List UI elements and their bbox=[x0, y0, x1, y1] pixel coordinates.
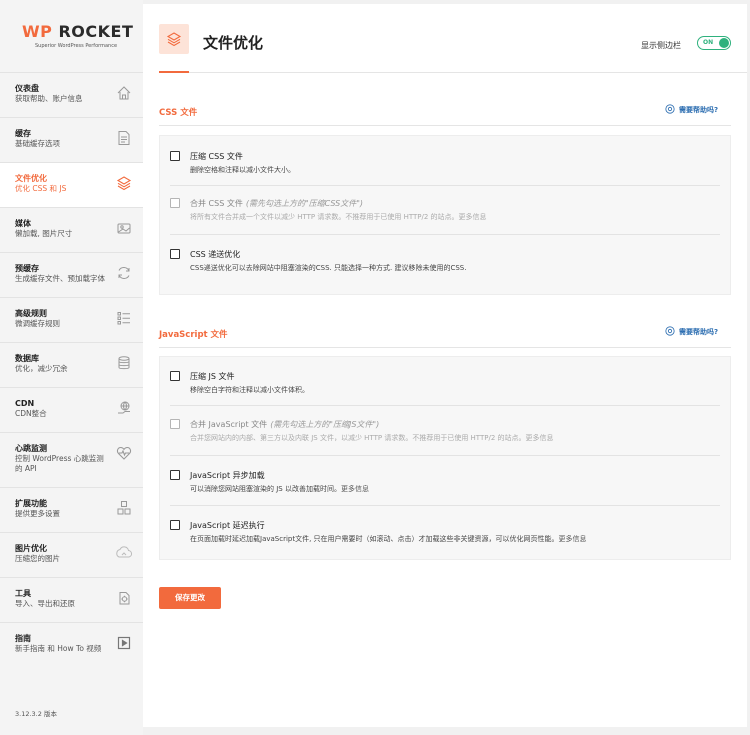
layers-icon bbox=[166, 32, 182, 47]
css-section-title: CSS 文件 bbox=[159, 108, 198, 118]
more-info-link[interactable]: 更多信息 bbox=[341, 485, 369, 493]
delay-js-checkbox[interactable] bbox=[170, 520, 180, 530]
sidebar-item-subtitle: 新手指南 和 How To 视频 bbox=[15, 644, 102, 653]
more-info-link[interactable]: 更多信息 bbox=[526, 434, 554, 442]
sidebar-nav: 仪表盘 获取帮助、账户信息 缓存 基础缓存选项 文件优化 优化 CSS 和 JS… bbox=[0, 72, 143, 667]
option-description: 删除空格和注释以减小文件大小。 bbox=[190, 166, 295, 174]
more-info-link[interactable]: 更多信息 bbox=[459, 213, 487, 221]
save-button[interactable]: 保存更改 bbox=[159, 587, 221, 609]
sidebar-item-subtitle: 生成缓存文件、预加载字体 bbox=[15, 274, 105, 283]
option-label: JavaScript 异步加载 bbox=[190, 471, 265, 480]
sidebar-item-subtitle: 提供更多设置 bbox=[15, 509, 60, 518]
refresh-icon bbox=[116, 265, 132, 281]
sidebar-item-subtitle: 优化 CSS 和 JS bbox=[15, 184, 67, 193]
option-label: 压缩 JS 文件 bbox=[190, 372, 235, 381]
option-divider bbox=[170, 505, 720, 506]
heartbeat-icon bbox=[116, 445, 132, 461]
option-description: CSS递送优化可以去除网站中阻塞渲染的CSS. 只能选择一种方式. 建议移除未使… bbox=[190, 264, 467, 272]
option-divider bbox=[170, 234, 720, 235]
play-icon bbox=[116, 635, 132, 651]
option-description: 可以消除您网站阻塞渲染的 JS 以改善加载时间。更多信息 bbox=[190, 485, 369, 493]
option-divider bbox=[170, 405, 720, 406]
sidebar-item-subtitle: 基础缓存选项 bbox=[15, 139, 60, 148]
option-label: 压缩 CSS 文件 bbox=[190, 152, 243, 161]
option-divider bbox=[170, 455, 720, 456]
toggle-state-text: ON bbox=[703, 39, 714, 46]
sidebar-item-subtitle: 导入、导出和还原 bbox=[15, 599, 75, 608]
sidebar-item-subtitle: 获取帮助、账户信息 bbox=[15, 94, 83, 103]
sidebar-item-heartbeat[interactable]: 心跳监测 控制 WordPress 心跳监测的 API bbox=[0, 432, 143, 487]
layers-icon bbox=[116, 175, 132, 191]
sidebar-item-tutorials[interactable]: 指南 新手指南 和 How To 视频 bbox=[0, 622, 143, 667]
js-section-title: JavaScript 文件 bbox=[159, 330, 228, 340]
sidebar-item-cache[interactable]: 缓存 基础缓存选项 bbox=[0, 117, 143, 162]
option-description: 将所有文件合并成一个文件以减少 HTTP 请求数。不推荐用于已使用 HTTP/2… bbox=[190, 213, 487, 221]
option-label: 合并 CSS 文件 (需先勾选上方的"压缩CSS文件") bbox=[190, 199, 364, 208]
tools-icon bbox=[116, 590, 132, 606]
sidebar-item-subtitle: 微调缓存规则 bbox=[15, 319, 60, 328]
logo-tagline: Superior WordPress Performance bbox=[35, 43, 118, 49]
sidebar-item-subtitle: 优化，减少冗余 bbox=[15, 364, 68, 373]
js-help-link[interactable]: 需要帮助吗? bbox=[665, 326, 718, 337]
main-panel: 文件优化 显示侧边栏 ON CSS 文件 需要帮助吗? 压缩 CSS 文件 删除… bbox=[143, 4, 747, 727]
image-icon bbox=[116, 220, 132, 236]
file-icon bbox=[116, 130, 132, 146]
js-options-panel: 压缩 JS 文件 移除空白字符和注释以减小文件体积。 合并 JavaScript… bbox=[159, 356, 731, 560]
header-accent bbox=[159, 71, 189, 73]
wp-rocket-logo[interactable]: WP ROCKET Superior WordPress Performance bbox=[22, 22, 133, 52]
option-label: JavaScript 延迟执行 bbox=[190, 521, 265, 530]
combine-css-checkbox[interactable] bbox=[170, 198, 180, 208]
combine-js-checkbox[interactable] bbox=[170, 419, 180, 429]
option-divider bbox=[170, 185, 720, 186]
sidebar-item-subtitle: CDN整合 bbox=[15, 409, 47, 418]
header-divider bbox=[159, 72, 747, 73]
sidebar-item-advanced-rules[interactable]: 高级规则 微调缓存规则 bbox=[0, 297, 143, 342]
sidebar-item-cdn[interactable]: CDN CDN整合 bbox=[0, 387, 143, 432]
sidebar: WP ROCKET Superior WordPress Performance… bbox=[0, 0, 143, 735]
logo-title: WP ROCKET bbox=[22, 22, 134, 41]
load-js-deferred-checkbox[interactable] bbox=[170, 470, 180, 480]
help-icon bbox=[665, 104, 675, 114]
optimize-css-delivery-checkbox[interactable] bbox=[170, 249, 180, 259]
css-help-link[interactable]: 需要帮助吗? bbox=[665, 104, 718, 115]
sidebar-item-database[interactable]: 数据库 优化，减少冗余 bbox=[0, 342, 143, 387]
sidebar-toggle-label: 显示侧边栏 bbox=[641, 41, 681, 50]
page-title: 文件优化 bbox=[203, 34, 264, 52]
version-label: 3.12.3.2 版本 bbox=[15, 710, 57, 718]
option-description: 合并您网站内的内部、第三方以及内联 JS 文件，以减少 HTTP 请求数。不推荐… bbox=[190, 434, 554, 442]
sidebar-toggle[interactable]: ON bbox=[697, 36, 731, 50]
addons-icon bbox=[116, 500, 132, 516]
option-description: 移除空白字符和注释以减小文件体积。 bbox=[190, 386, 309, 394]
sidebar-item-subtitle: 控制 WordPress 心跳监测的 API bbox=[15, 454, 104, 473]
sidebar-item-addons[interactable]: 扩展功能 提供更多设置 bbox=[0, 487, 143, 532]
sidebar-item-subtitle: 压缩您的图片 bbox=[15, 554, 60, 563]
list-icon bbox=[116, 310, 132, 326]
sidebar-item-media[interactable]: 媒体 懒加载, 图片尺寸 bbox=[0, 207, 143, 252]
option-label: 合并 JavaScript 文件 (需先勾选上方的"压缩JS文件") bbox=[190, 420, 380, 429]
home-icon bbox=[116, 85, 132, 101]
cdn-icon bbox=[116, 400, 132, 416]
sidebar-item-preload[interactable]: 预缓存 生成缓存文件、预加载字体 bbox=[0, 252, 143, 297]
sidebar-item-dashboard[interactable]: 仪表盘 获取帮助、账户信息 bbox=[0, 72, 143, 117]
more-info-link[interactable]: 更多信息 bbox=[559, 535, 587, 543]
toggle-knob bbox=[719, 38, 729, 48]
js-section-divider bbox=[159, 347, 731, 348]
page-icon bbox=[159, 24, 189, 54]
help-icon bbox=[665, 326, 675, 336]
sidebar-item-image-optimization[interactable]: 图片优化 压缩您的图片 bbox=[0, 532, 143, 577]
css-options-panel: 压缩 CSS 文件 删除空格和注释以减小文件大小。 合并 CSS 文件 (需先勾选… bbox=[159, 135, 731, 295]
css-section-divider bbox=[159, 125, 731, 126]
sidebar-item-tools[interactable]: 工具 导入、导出和还原 bbox=[0, 577, 143, 622]
minify-css-checkbox[interactable] bbox=[170, 151, 180, 161]
option-label: CSS 递送优化 bbox=[190, 250, 241, 259]
database-icon bbox=[116, 355, 132, 371]
sidebar-item-file-optimization[interactable]: 文件优化 优化 CSS 和 JS bbox=[0, 162, 143, 207]
option-description: 在页面加载时延迟加载JavaScript文件, 只在用户需要时（如滚动、点击）才… bbox=[190, 535, 587, 543]
minify-js-checkbox[interactable] bbox=[170, 371, 180, 381]
sidebar-item-subtitle: 懒加载, 图片尺寸 bbox=[15, 229, 73, 238]
image-compress-icon bbox=[116, 545, 133, 561]
